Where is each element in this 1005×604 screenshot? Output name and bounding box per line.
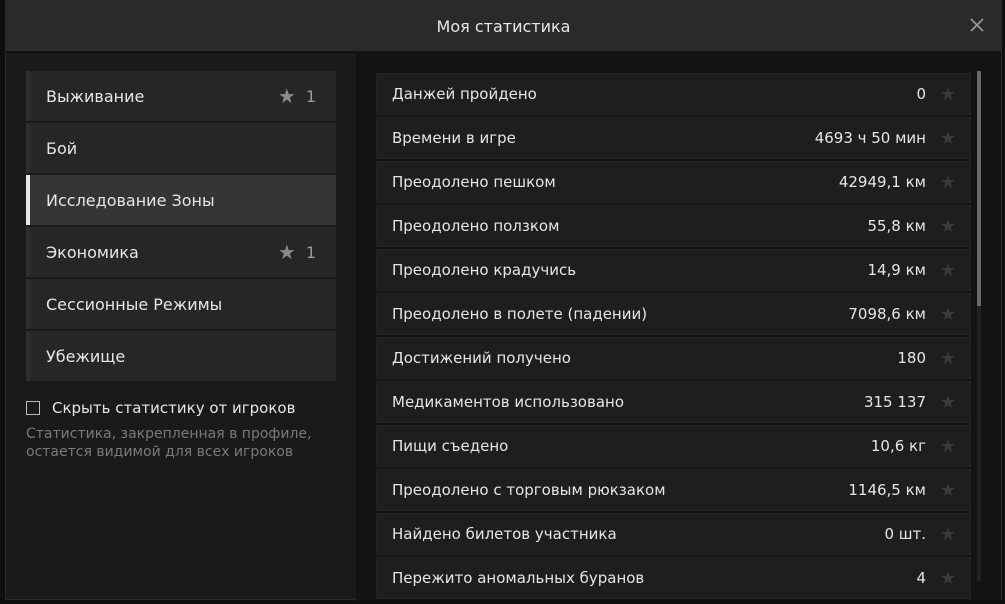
pinned-count: 1 <box>305 242 316 262</box>
star-icon: ★ <box>277 240 296 264</box>
sidebar-item-label: Сессионные Режимы <box>46 294 223 314</box>
sidebar-item[interactable]: Выживание ★ 1 <box>26 71 336 121</box>
close-icon[interactable] <box>967 15 987 35</box>
stats-list: Данжей пройдено 0 ★ Времени в игре 4693 ч 50… <box>376 73 971 601</box>
sidebar-item[interactable]: Исследование Зоны <box>26 175 336 225</box>
hide-stats-checkbox[interactable] <box>26 401 40 415</box>
scrollbar-thumb[interactable] <box>977 71 981 306</box>
pinned-count: 1 <box>305 86 316 106</box>
stat-label: Преодолено в полете (падении) <box>392 305 648 323</box>
stat-row: Преодолено с торговым рюкзаком 1146,5 км ★ <box>376 469 971 511</box>
stat-label: Медикаментов использовано <box>392 393 624 411</box>
stat-label: Преодолено ползком <box>392 217 560 235</box>
stat-value: 4 <box>916 569 926 587</box>
stat-row: Данжей пройдено 0 ★ <box>376 73 971 115</box>
stat-value: 1146,5 км <box>848 481 926 499</box>
hide-stats-label: Скрыть статистику от игроков <box>52 399 296 417</box>
star-icon[interactable]: ★ <box>938 260 958 281</box>
window-title: Моя статистика <box>436 16 571 36</box>
stat-label: Пищи съедено <box>392 437 509 455</box>
stat-label: Достижений получено <box>392 349 571 367</box>
stat-value: 180 <box>897 349 926 367</box>
stat-row: Преодолено ползком 55,8 км ★ <box>376 205 971 247</box>
stat-label: Преодолено пешком <box>392 173 556 191</box>
star-icon[interactable]: ★ <box>938 128 958 149</box>
star-icon[interactable]: ★ <box>938 172 958 193</box>
stat-label: Пережито аномальных буранов <box>392 569 645 587</box>
stat-value: 315 137 <box>863 393 926 411</box>
hide-stats-row[interactable]: Скрыть статистику от игроков <box>26 399 336 417</box>
star-icon[interactable]: ★ <box>938 216 958 237</box>
sidebar-item-label: Исследование Зоны <box>46 190 215 210</box>
star-icon[interactable]: ★ <box>938 568 958 589</box>
stat-row: Преодолено крадучись 14,9 км ★ <box>376 249 971 291</box>
category-sidebar: Выживание ★ 1 Бой Исследование Зоны Экономика… <box>26 71 336 461</box>
stat-value: 10,6 кг <box>870 437 926 455</box>
sidebar-item[interactable]: Сессионные Режимы <box>26 279 336 329</box>
sidebar-item[interactable]: Бой <box>26 123 336 173</box>
stat-row: Времени в игре 4693 ч 50 мин ★ <box>376 117 971 159</box>
stats-panel: Данжей пройдено 0 ★ Времени в игре 4693 ч 50… <box>356 51 1001 601</box>
scrollbar[interactable] <box>977 71 981 581</box>
stat-row: Медикаментов использовано 315 137 ★ <box>376 381 971 423</box>
stat-value: 14,9 км <box>867 261 926 279</box>
stat-row: Найдено билетов участника 0 шт. ★ <box>376 513 971 555</box>
stat-label: Преодолено крадучись <box>392 261 577 279</box>
star-icon[interactable]: ★ <box>938 524 958 545</box>
stats-window: Моя статистика Выживание ★ 1 Бой Исследовани… <box>5 0 1002 601</box>
stat-value: 55,8 км <box>867 217 926 235</box>
stat-label: Найдено билетов участника <box>392 525 617 543</box>
star-icon[interactable]: ★ <box>938 480 958 501</box>
stat-row: Пищи съедено 10,6 кг ★ <box>376 425 971 467</box>
stat-row: Преодолено в полете (падении) 7098,6 км ★ <box>376 293 971 335</box>
stat-value: 0 шт. <box>884 525 926 543</box>
stat-label: Времени в игре <box>392 129 516 147</box>
privacy-hint: Статистика, закрепленная в профиле, оста… <box>26 426 312 460</box>
star-icon: ★ <box>277 84 296 108</box>
stat-value: 42949,1 км <box>838 173 926 191</box>
sidebar-item-label: Выживание <box>46 86 145 106</box>
stat-value: 0 <box>916 85 926 103</box>
sidebar-item[interactable]: Экономика ★ 1 <box>26 227 336 277</box>
title-bar: Моя статистика <box>6 1 1001 53</box>
stat-row: Пережито аномальных буранов 4 ★ <box>376 557 971 599</box>
sidebar-item-label: Убежище <box>46 346 126 366</box>
star-icon[interactable]: ★ <box>938 392 958 413</box>
stat-value: 4693 ч 50 мин <box>814 129 926 147</box>
sidebar-item-label: Экономика <box>46 242 139 262</box>
stat-value: 7098,6 км <box>848 305 926 323</box>
sidebar-item[interactable]: Убежище <box>26 331 336 381</box>
stat-label: Преодолено с торговым рюкзаком <box>392 481 666 499</box>
star-icon[interactable]: ★ <box>938 348 958 369</box>
star-icon[interactable]: ★ <box>938 84 958 105</box>
star-icon[interactable]: ★ <box>938 436 958 457</box>
star-icon[interactable]: ★ <box>938 304 958 325</box>
stat-label: Данжей пройдено <box>392 85 537 103</box>
sidebar-item-label: Бой <box>46 138 78 158</box>
stat-row: Преодолено пешком 42949,1 км ★ <box>376 161 971 203</box>
stat-row: Достижений получено 180 ★ <box>376 337 971 379</box>
